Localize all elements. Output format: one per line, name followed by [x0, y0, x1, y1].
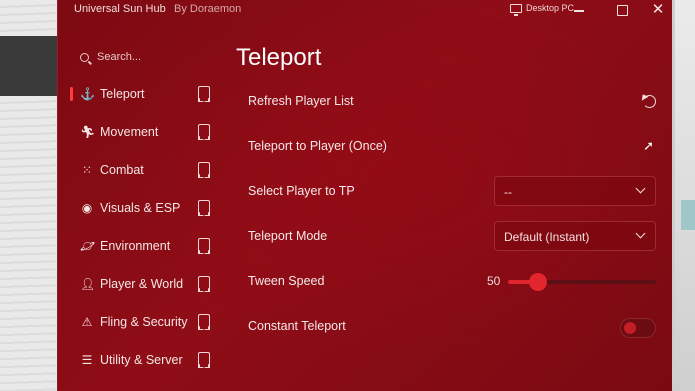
warning-icon: ⚠ — [81, 315, 93, 329]
monitor-icon — [510, 3, 522, 16]
background-block — [0, 36, 60, 96]
row-label: Select Player to TP — [248, 184, 355, 198]
app-title: Universal Sun Hub — [74, 3, 166, 15]
hub-window: Universal Sun Hub By Doraemon Desktop PC… — [57, 0, 672, 391]
sidebar-item-label: Utility & Server — [100, 353, 183, 367]
row-label: Teleport Mode — [248, 229, 328, 243]
row-label: Teleport to Player (Once) — [248, 139, 387, 153]
bookmark-icon[interactable] — [197, 276, 210, 292]
bookmark-icon[interactable] — [197, 314, 210, 330]
sidebar-item-label: Visuals & ESP — [100, 201, 181, 215]
app-author: By Doraemon — [174, 3, 242, 15]
constant-teleport-row: Constant Teleport — [236, 308, 656, 346]
dropdown-value: -- — [504, 185, 512, 199]
cursor-click-icon[interactable]: ➚ — [643, 138, 654, 154]
search-placeholder: Search... — [97, 51, 142, 63]
background-accent — [681, 200, 695, 230]
constant-teleport-toggle[interactable] — [620, 318, 656, 338]
row-label: Tween Speed — [248, 274, 325, 288]
toggle-knob — [624, 322, 636, 334]
sidebar-item-utility-server[interactable]: ☰ Utility & Server — [68, 347, 218, 373]
sidebar: Search... ⚓ Teleport 🏃︎ Movement ⁙ Comba… — [58, 38, 230, 391]
row-label: Constant Teleport — [248, 319, 346, 333]
sidebar-item-label: Fling & Security — [100, 315, 188, 329]
row-label: Refresh Player List — [248, 94, 354, 108]
planet-icon: 🪐︎ — [80, 239, 96, 253]
close-icon[interactable]: ✕ — [650, 2, 666, 18]
teleport-once-row[interactable]: Teleport to Player (Once) ➚ — [236, 128, 656, 166]
device-label: Desktop PC — [526, 3, 575, 13]
bookmark-icon[interactable] — [197, 124, 210, 140]
search-box[interactable]: Search... — [68, 42, 218, 72]
sidebar-item-combat[interactable]: ⁙ Combat — [68, 157, 218, 183]
dropdown-value: Default (Instant) — [504, 230, 590, 244]
bookmark-icon[interactable] — [197, 86, 210, 102]
sidebar-item-visuals[interactable]: ◉ Visuals & ESP — [68, 195, 218, 221]
running-icon: 🏃︎ — [80, 125, 96, 139]
slider-thumb[interactable] — [528, 273, 547, 291]
teleport-mode-dropdown[interactable]: Default (Instant) — [494, 221, 656, 251]
sidebar-item-label: Environment — [100, 239, 171, 253]
bookmark-icon[interactable] — [197, 162, 210, 178]
teleport-mode-row: Teleport Mode Default (Instant) — [236, 218, 656, 256]
select-player-row: Select Player to TP -- — [236, 173, 656, 211]
chevron-down-icon — [635, 183, 646, 194]
select-player-dropdown[interactable]: -- — [494, 176, 656, 206]
bookmark-icon[interactable] — [197, 352, 210, 368]
user-icon: 👤︎ — [80, 277, 96, 291]
sidebar-item-fling-security[interactable]: ⚠ Fling & Security — [68, 309, 218, 335]
loader-icon: ⁙ — [81, 163, 93, 177]
slider-value: 50 — [487, 274, 501, 288]
sidebar-item-movement[interactable]: 🏃︎ Movement — [68, 119, 218, 145]
server-icon: ☰ — [81, 353, 93, 367]
tween-speed-row: Tween Speed 50 — [236, 263, 656, 301]
bookmark-icon[interactable] — [197, 200, 210, 216]
bookmark-icon[interactable] — [197, 238, 210, 254]
background-right-edge — [675, 0, 695, 391]
sidebar-item-environment[interactable]: 🪐︎ Environment — [68, 233, 218, 259]
sidebar-item-label: Teleport — [100, 87, 145, 101]
eye-icon: ◉ — [81, 201, 93, 215]
search-icon — [80, 52, 89, 62]
maximize-icon[interactable] — [614, 2, 630, 18]
page-title: Teleport — [236, 44, 322, 71]
refresh-icon[interactable] — [643, 95, 656, 108]
device-indicator: Desktop PC — [510, 3, 575, 16]
minimize-icon[interactable] — [572, 2, 588, 18]
sidebar-item-teleport[interactable]: ⚓ Teleport — [68, 81, 218, 107]
anchor-icon: ⚓ — [80, 87, 95, 101]
title-bar[interactable]: Universal Sun Hub By Doraemon Desktop PC… — [58, 0, 673, 20]
refresh-player-list-row[interactable]: Refresh Player List — [236, 83, 656, 121]
sidebar-item-player-world[interactable]: 👤︎ Player & World — [68, 271, 218, 297]
sidebar-item-label: Movement — [100, 125, 159, 139]
sidebar-item-label: Combat — [100, 163, 144, 177]
tween-speed-slider[interactable] — [508, 273, 656, 291]
chevron-down-icon — [635, 228, 646, 239]
sidebar-item-label: Player & World — [100, 277, 184, 291]
